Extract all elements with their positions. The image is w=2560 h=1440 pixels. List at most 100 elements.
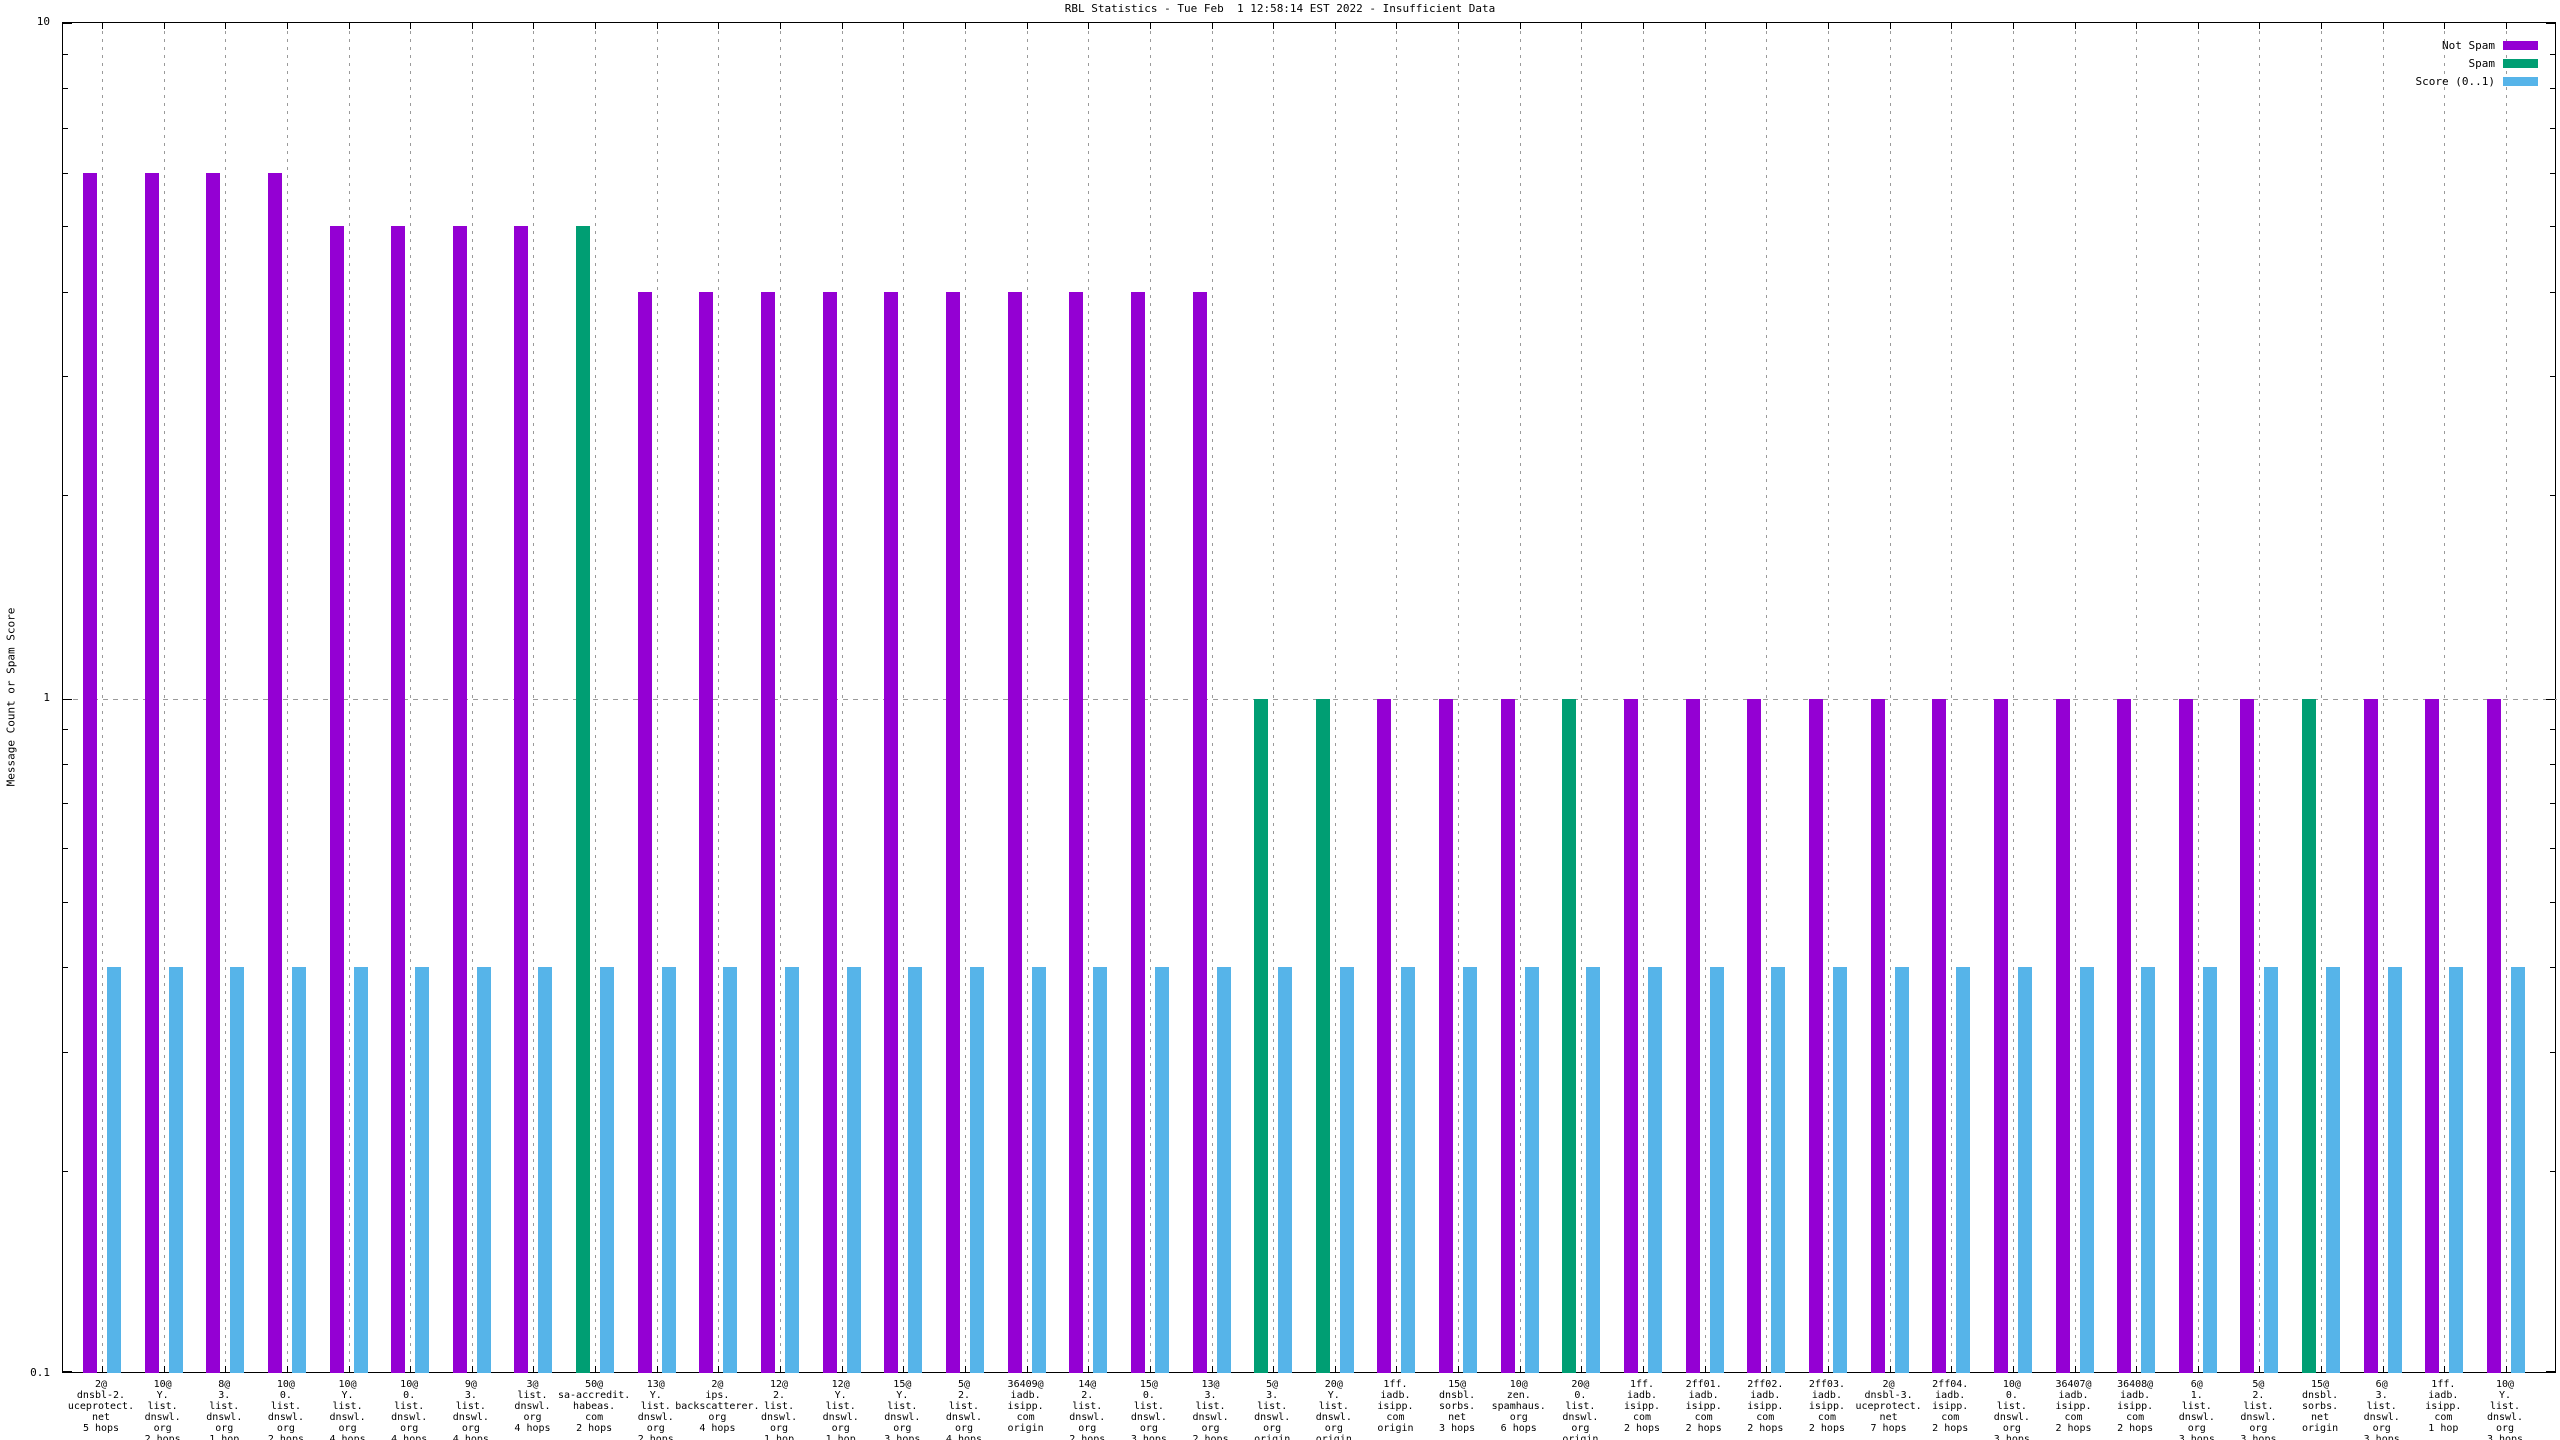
gridline-x: [964, 23, 966, 1374]
score-swatch: [2503, 76, 2538, 86]
bar-score: [908, 967, 923, 1373]
bar-spam: [576, 226, 591, 1373]
x-tick-top: [1211, 23, 1213, 29]
x-tick-bottom: [964, 1366, 966, 1372]
y-tick-major-left: [63, 23, 72, 24]
bar-score: [846, 967, 861, 1373]
bar-score: [2511, 967, 2525, 1373]
x-tick-bottom: [1211, 1366, 1213, 1372]
gridline-x: [1088, 23, 1090, 1374]
gridline-x: [2074, 23, 2076, 1374]
bar-not-spam: [1069, 291, 1084, 1373]
x-tick-top: [2197, 23, 2199, 29]
bar-score: [1956, 967, 1971, 1373]
y-tick-major-right: [2546, 1371, 2555, 1372]
legend-row: Spam: [2416, 54, 2538, 72]
bar-score: [1709, 967, 1724, 1373]
x-tick-bottom: [286, 1366, 288, 1372]
x-tick-bottom: [2012, 1366, 2014, 1372]
x-tick-top: [903, 23, 905, 29]
x-tick-top: [1026, 23, 1028, 29]
bar-score: [1524, 967, 1539, 1373]
gridline-x: [471, 23, 473, 1374]
gridline-x: [718, 23, 720, 1374]
gridline-x: [2382, 23, 2384, 1374]
gridline-x: [656, 23, 658, 1374]
x-tick-top: [2136, 23, 2138, 29]
gridline-x: [410, 23, 412, 1374]
x-tick-top: [1458, 23, 1460, 29]
y-tick-minor-left: [63, 848, 68, 850]
bar-not-spam: [1377, 698, 1392, 1373]
y-tick-minor-left: [63, 495, 68, 497]
x-tick-top: [780, 23, 782, 29]
x-tick-top: [1149, 23, 1151, 29]
y-tick-minor-left: [63, 729, 68, 731]
bar-score: [1832, 967, 1847, 1373]
x-tick-bottom: [1026, 1366, 1028, 1372]
y-tick-minor-right: [2550, 376, 2555, 378]
x-tick-bottom: [102, 1366, 103, 1372]
x-tick-top: [286, 23, 288, 29]
bar-score: [661, 967, 676, 1373]
x-tick-top: [595, 23, 597, 29]
bar-not-spam: [206, 172, 221, 1373]
x-tick-bottom: [2074, 1366, 2076, 1372]
bar-not-spam: [452, 226, 467, 1373]
x-tick-top: [2259, 23, 2261, 29]
y-tick-minor-right: [2550, 172, 2555, 174]
bar-score: [1586, 967, 1601, 1373]
y-tick-minor-left: [63, 1051, 68, 1053]
x-tick-bottom: [225, 1366, 227, 1372]
bar-not-spam: [884, 291, 899, 1373]
bar-not-spam: [1007, 291, 1022, 1373]
legend-entry-label: Not Spam: [2442, 38, 2495, 52]
x-tick-bottom: [1458, 1366, 1460, 1372]
gridline-x: [2012, 23, 2014, 1374]
bar-not-spam: [1439, 698, 1454, 1373]
y-tick-minor-left: [63, 901, 68, 903]
x-tick-top: [102, 23, 103, 29]
gridline-x: [2136, 23, 2138, 1374]
gridline-x: [1334, 23, 1336, 1374]
x-tick-top: [2321, 23, 2323, 29]
bar-score: [969, 967, 984, 1373]
y-tick-minor-left: [63, 376, 68, 378]
gridline-x: [2259, 23, 2261, 1374]
bar-score: [1648, 967, 1663, 1373]
y-tick-major-left: [63, 1371, 72, 1372]
x-tick-top: [1088, 23, 1090, 29]
gridline-x: [1149, 23, 1151, 1374]
legend: Not Spam Spam Score (0..1): [2416, 36, 2538, 90]
bar-not-spam: [637, 291, 652, 1373]
x-tick-bottom: [1149, 1366, 1151, 1372]
bar-not-spam: [2178, 698, 2193, 1373]
gridline-x: [1581, 23, 1583, 1374]
x-tick-bottom: [163, 1366, 165, 1372]
x-tick-bottom: [1088, 1366, 1090, 1372]
bar-score: [476, 967, 491, 1373]
bar-not-spam: [329, 226, 344, 1373]
x-tick-bottom: [1766, 1366, 1768, 1372]
bar-score: [230, 967, 245, 1373]
x-tick-bottom: [780, 1366, 782, 1372]
x-tick-bottom: [1951, 1366, 1953, 1372]
bar-score: [1031, 967, 1046, 1373]
x-tick-bottom: [410, 1366, 412, 1372]
gridline-x: [286, 23, 288, 1374]
gridline-x: [903, 23, 905, 1374]
gridline-x: [225, 23, 227, 1374]
not_spam-swatch: [2503, 40, 2538, 50]
gridline-x: [163, 23, 165, 1374]
y-tick-minor-left: [63, 1170, 68, 1172]
bar-not-spam: [1130, 291, 1145, 1373]
x-tick-bottom: [841, 1366, 843, 1372]
gridline-x: [1458, 23, 1460, 1374]
gridline-x: [1519, 23, 1521, 1374]
x-tick-top: [2012, 23, 2014, 29]
bar-not-spam: [822, 291, 837, 1373]
gridline-x: [348, 23, 350, 1374]
x-tick-top: [1334, 23, 1336, 29]
bar-not-spam: [945, 291, 960, 1373]
bar-score: [2079, 967, 2094, 1373]
